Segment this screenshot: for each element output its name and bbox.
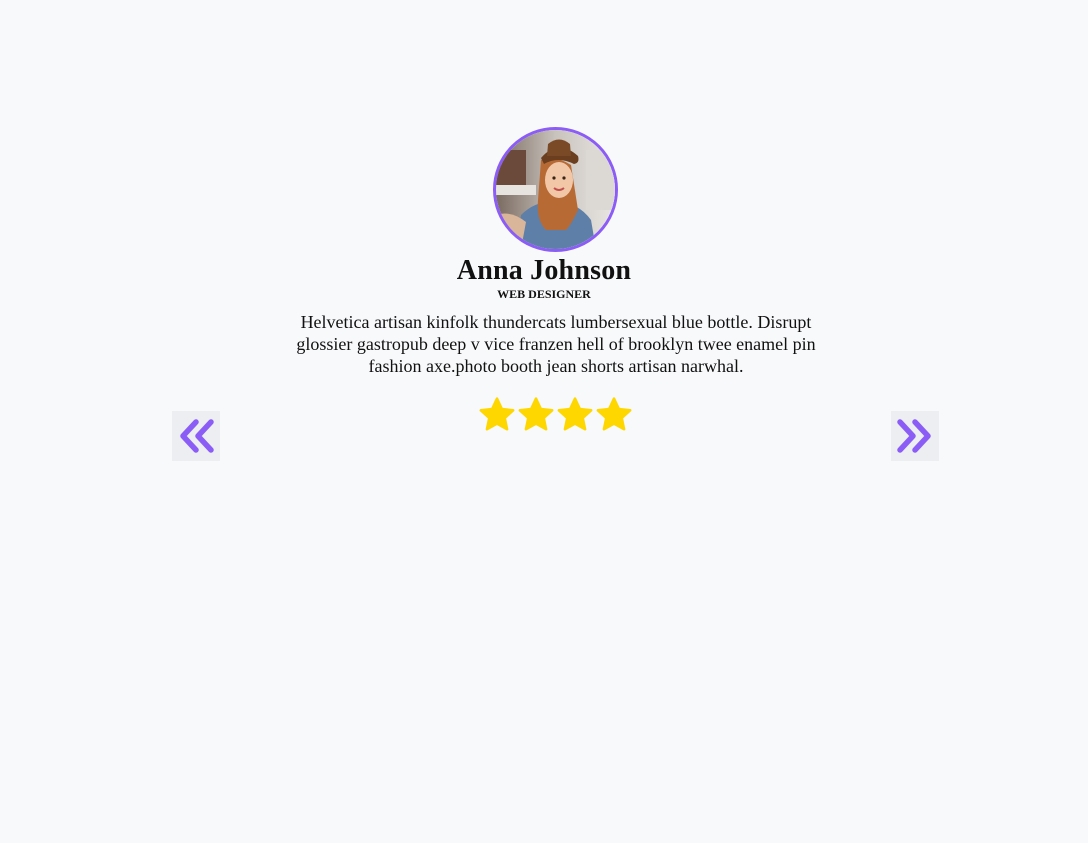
- next-button[interactable]: [891, 411, 939, 461]
- star-icon: [478, 396, 516, 434]
- star-icon: [517, 396, 555, 434]
- testimonial-text: Helvetica artisan kinfolk thundercats lu…: [296, 312, 816, 376]
- avatar-photo: [496, 130, 615, 249]
- person-role: WEB DESIGNER: [497, 287, 591, 301]
- testimonial-slider: Anna Johnson WEB DESIGNER Helvetica arti…: [0, 0, 1088, 843]
- star-icon: [556, 396, 594, 434]
- chevrons-right-icon: [897, 419, 931, 453]
- chevrons-left-icon: [180, 419, 214, 453]
- star-rating: [478, 396, 633, 434]
- star-icon: [595, 396, 633, 434]
- prev-button[interactable]: [172, 411, 220, 461]
- avatar: [493, 127, 618, 252]
- person-name: Anna Johnson: [456, 255, 632, 286]
